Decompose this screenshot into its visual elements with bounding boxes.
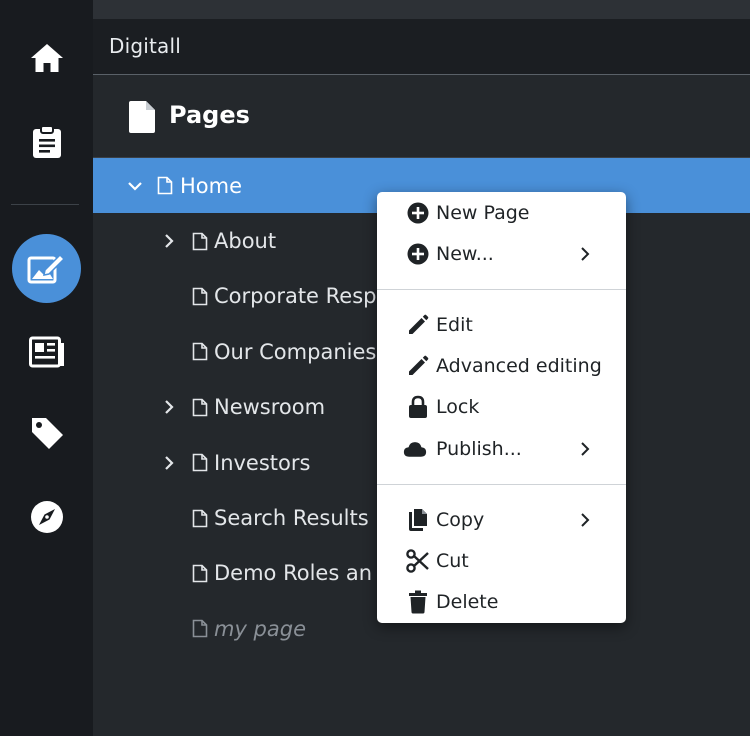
tree-item-label: Demo Roles an [214,561,373,586]
menu-item-delete[interactable]: Delete [377,583,626,621]
chevron-right-icon[interactable] [161,233,177,249]
rail-explore-button[interactable] [0,487,93,547]
menu-item-cut[interactable]: Cut [377,542,626,580]
plus-circle-icon [406,201,430,225]
trash-icon [406,590,430,614]
clipboard-icon [32,125,61,158]
chevron-right-icon[interactable] [161,399,177,415]
rail-home-button[interactable] [0,28,93,88]
side-nav-rail [0,0,93,736]
rail-content-editor-button[interactable] [0,233,93,303]
menu-item-advanced-editing[interactable]: Advanced editing [377,347,626,385]
copy-icon [406,508,430,532]
tree-item-label: Investors [214,450,311,475]
site-header: Digitall [93,19,750,75]
menu-item-label: Edit [436,314,473,336]
menu-item-label: New Page [436,202,530,224]
rail-tags-button[interactable] [0,403,93,463]
pencil-icon [406,354,430,378]
menu-item-edit[interactable]: Edit [377,306,626,344]
page-icon [192,620,208,638]
compass-icon [30,501,63,533]
scissors-icon [406,549,430,573]
menu-item-label: Publish... [436,438,522,460]
cloud-icon [403,437,427,461]
page-icon [157,176,173,195]
page-icon [192,564,208,583]
tree-item-label: my page [214,616,307,641]
tree-item-label: Our Companies [214,339,377,364]
tag-icon [31,418,63,449]
context-menu: New Page New... Edit Advanced editing Lo… [377,192,626,623]
menu-item-new-page[interactable]: New Page [377,194,626,232]
chevron-right-icon[interactable] [161,455,177,471]
tree-item-label: About [214,229,277,254]
tree-item-label: Newsroom [214,395,326,420]
home-icon [30,44,63,72]
rail-divider [11,204,79,205]
page-icon [192,509,208,527]
chevron-right-icon [578,512,592,528]
chevron-right-icon [578,246,592,262]
site-name[interactable]: Digitall [109,34,181,58]
menu-item-label: Advanced editing [436,355,602,377]
page-icon [129,101,155,133]
rail-news-button[interactable] [0,322,93,382]
menu-item-label: Copy [436,509,485,531]
pages-panel-header: Pages [93,76,750,158]
menu-item-lock[interactable]: Lock [377,388,626,426]
rail-active-indicator [12,233,81,303]
chevron-right-icon [578,441,592,457]
pencil-icon [406,313,430,337]
pages-panel-title: Pages [169,101,250,129]
newspaper-icon [28,336,64,368]
tree-item-label: Corporate Resp [214,284,377,309]
lock-icon [406,395,430,419]
menu-item-new[interactable]: New... [377,235,626,273]
menu-item-label: Lock [436,396,480,418]
menu-separator [377,289,626,290]
page-icon [192,343,208,361]
menu-separator [377,484,626,485]
menu-item-publish[interactable]: Publish... [377,430,626,468]
top-toolbar-strip [93,0,750,19]
chevron-down-icon[interactable] [127,178,143,194]
tree-item-label: Home [180,173,243,198]
page-icon [192,398,208,417]
menu-item-label: Delete [436,591,499,613]
page-icon [192,232,208,250]
tree-item-label: Search Results [214,506,369,531]
page-icon [192,453,208,472]
rail-clipboard-button[interactable] [0,112,93,172]
menu-item-copy[interactable]: Copy [377,501,626,539]
menu-item-label: Cut [436,550,469,572]
plus-circle-icon [406,242,430,266]
edit-content-icon [27,253,65,284]
page-icon [192,287,208,306]
menu-item-label: New... [436,243,494,265]
